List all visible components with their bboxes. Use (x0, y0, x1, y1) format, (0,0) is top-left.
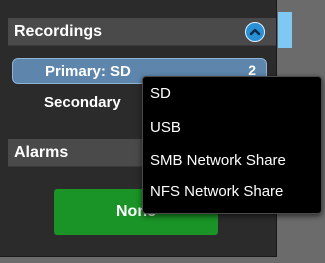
chevron-up-icon[interactable] (245, 22, 265, 42)
menu-item-sd[interactable]: SD (150, 85, 171, 102)
menu-item-usb[interactable]: USB (150, 119, 181, 136)
menu-item-smb-network-share[interactable]: SMB Network Share (150, 152, 286, 169)
menu-item-nfs-network-share[interactable]: NFS Network Share (150, 183, 283, 200)
scrollbar[interactable] (278, 12, 292, 48)
alarms-title: Alarms (14, 144, 69, 161)
list-item-label: Primary: SD (45, 63, 131, 80)
storage-dropdown-menu: SD USB SMB Network Share NFS Network Sha… (142, 76, 322, 214)
recordings-header[interactable]: Recordings (8, 18, 276, 46)
recordings-title: Recordings (14, 23, 103, 40)
list-item-label: Secondary (44, 94, 121, 111)
